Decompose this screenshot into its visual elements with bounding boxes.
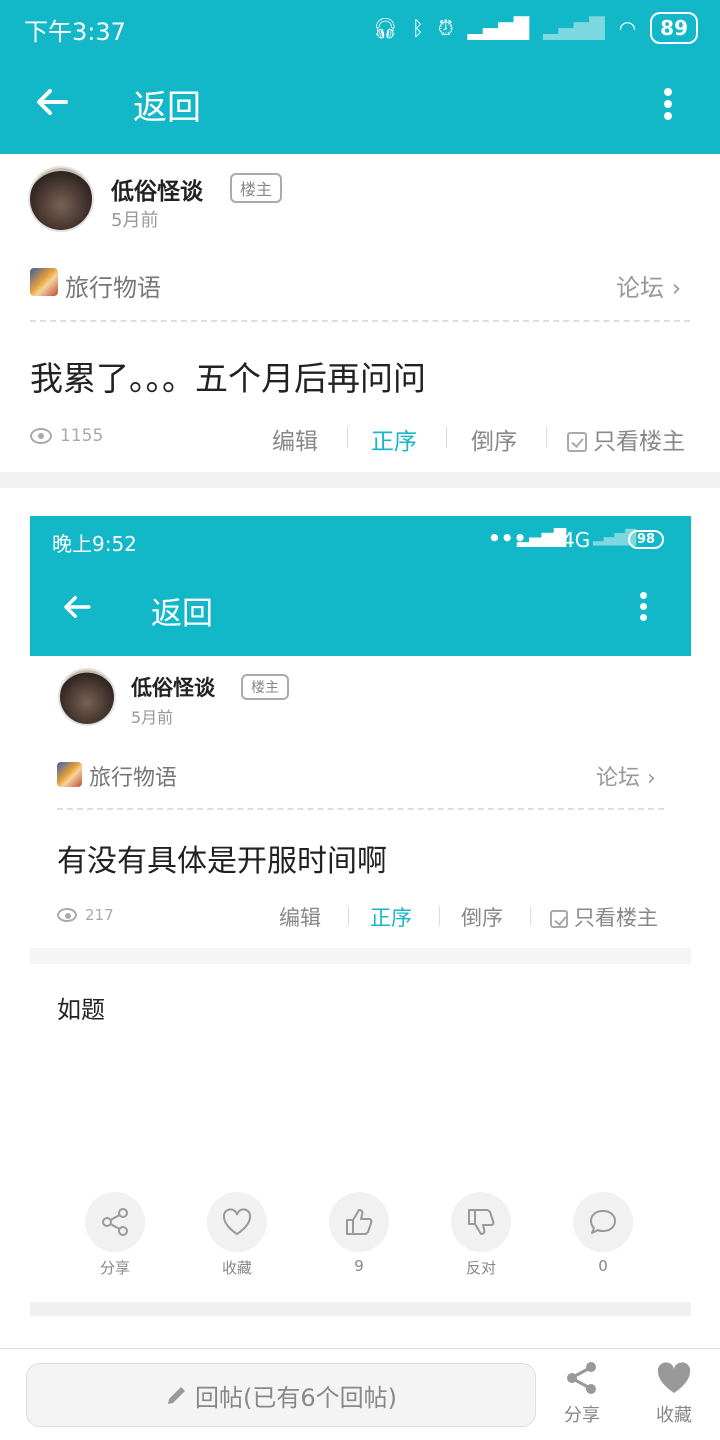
eye-icon <box>57 908 77 922</box>
op-badge: 楼主 <box>230 173 283 203</box>
embedded-post-header: 低俗怪谈 楼主 5月前 旅行物语 论坛 › 有没有具体是开服时间啊 217 编辑… <box>30 656 691 948</box>
sort-desc-button: 倒序 <box>461 906 503 930</box>
only-op-toggle[interactable]: 只看楼主 <box>567 422 685 456</box>
divider <box>530 906 531 926</box>
forum-link-label: 论坛 <box>596 766 641 791</box>
author-name: 低俗怪谈 <box>131 676 215 700</box>
divider <box>446 426 447 448</box>
forum-name: 旅行物语 <box>89 766 178 791</box>
divider <box>546 426 547 448</box>
only-op-toggle: 只看楼主 <box>550 902 658 932</box>
sort-asc-button: 正序 <box>370 906 412 930</box>
avatar <box>60 670 114 724</box>
divider <box>347 426 348 448</box>
battery-icon: 98 <box>628 530 665 549</box>
favorite-button[interactable]: 收藏 <box>634 1359 714 1427</box>
status-bar: 下午3:37 🎧︎ ᛒ ⏰︎ ▂▄▆█ ▂▄▆█ ◠ 89 <box>0 0 720 54</box>
back-arrow-icon <box>64 595 91 619</box>
forum-icon <box>30 268 58 296</box>
view-count-value: 1155 <box>60 426 104 446</box>
post-header-card: 低俗怪谈 楼主 5月前 旅行物语 论坛 › 我累了。。。五个月后再问问 1155… <box>0 154 720 472</box>
view-count: 1155 <box>30 426 103 446</box>
thumbs-up-icon <box>329 1192 389 1252</box>
forum-name[interactable]: 旅行物语 <box>65 268 161 303</box>
app-bar: 返回 <box>0 54 720 154</box>
thumbs-down-icon <box>451 1192 511 1252</box>
bottom-bar: 回帖(已有6个回帖) 分享 收藏 <box>0 1348 720 1440</box>
more-menu-icon <box>634 590 654 626</box>
alarm-off-icon: ⏰︎ <box>438 16 454 40</box>
share-icon <box>567 1362 596 1394</box>
post-title: 有没有具体是开服时间啊 <box>57 844 387 879</box>
embedded-status-bar: 晚上9:52 ••• ▂▄▆█ 4G ▂▄▆█ 98 <box>30 516 691 564</box>
status-time: 下午3:37 <box>24 18 126 46</box>
post-title: 我累了。。。五个月后再问问 <box>30 359 426 398</box>
only-op-label: 只看楼主 <box>593 429 685 455</box>
favorite-label: 收藏 <box>656 1405 692 1426</box>
forum-icon <box>57 762 82 787</box>
view-count: 217 <box>57 906 114 924</box>
embedded-footer <box>30 1302 691 1316</box>
dislike-label: 反对 <box>465 1259 496 1277</box>
author-name[interactable]: 低俗怪谈 <box>111 172 203 206</box>
edit-button[interactable]: 编辑 <box>272 422 318 456</box>
network-type: 4G <box>562 528 591 552</box>
back-arrow-icon[interactable] <box>32 82 72 122</box>
bluetooth-icon: ᛒ <box>412 16 425 40</box>
like-count: 9 <box>354 1257 364 1275</box>
forum-link[interactable]: 论坛 › <box>616 268 681 303</box>
embedded-app-bar: 返回 <box>30 564 691 656</box>
sort-asc-button[interactable]: 正序 <box>371 422 417 456</box>
embedded-screenshot: 晚上9:52 ••• ▂▄▆█ 4G ▂▄▆█ 98 返回 低俗怪谈 楼主 5月… <box>30 516 691 1316</box>
battery-icon: 89 <box>650 12 698 44</box>
divider <box>439 906 440 926</box>
avatar[interactable] <box>30 168 92 230</box>
eye-icon <box>30 428 52 444</box>
post-body: 晚上9:52 ••• ▂▄▆█ 4G ▂▄▆█ 98 返回 低俗怪谈 楼主 5月… <box>0 488 720 1348</box>
heart-icon <box>657 1362 691 1393</box>
divider <box>348 906 349 926</box>
more-menu-icon[interactable] <box>656 84 680 124</box>
only-op-label: 只看楼主 <box>574 906 658 930</box>
heart-icon <box>207 1192 267 1252</box>
comment-count: 0 <box>598 1257 608 1275</box>
share-label: 分享 <box>564 1405 600 1426</box>
signal-icon: ▂▄▆█ <box>517 528 567 547</box>
share-label: 分享 <box>99 1259 130 1277</box>
post-time: 5月前 <box>111 210 159 231</box>
pencil-icon <box>168 1387 185 1404</box>
view-count-value: 217 <box>85 906 114 924</box>
favorite-label: 收藏 <box>221 1259 252 1277</box>
headphones-icon: 🎧︎ <box>372 16 399 40</box>
edit-button: 编辑 <box>279 906 321 930</box>
embedded-post-content: 如题 分享 收藏 9 反对 0 <box>30 964 691 1302</box>
checkbox-icon <box>567 432 587 452</box>
embedded-status-time: 晚上9:52 <box>52 532 137 556</box>
post-content-text: 如题 <box>57 996 105 1024</box>
sort-desc-button[interactable]: 倒序 <box>471 422 517 456</box>
reply-label: 回帖(已有6个回帖) <box>195 1383 397 1412</box>
divider <box>57 808 664 810</box>
reply-input[interactable]: 回帖(已有6个回帖) <box>26 1363 536 1427</box>
signal-icon: ▂▄▆█ <box>467 16 530 40</box>
forum-link-label: 论坛 <box>616 274 664 302</box>
chevron-right-icon: › <box>664 274 682 302</box>
post-time: 5月前 <box>131 708 174 727</box>
checkbox-icon <box>550 910 568 928</box>
comment-icon <box>573 1192 633 1252</box>
divider <box>30 320 690 322</box>
embedded-back-label: 返回 <box>151 596 213 632</box>
op-badge: 楼主 <box>241 674 289 700</box>
chevron-right-icon: › <box>640 766 656 791</box>
wifi-icon: ◠ <box>618 16 637 40</box>
status-icons: 🎧︎ ᛒ ⏰︎ ▂▄▆█ ▂▄▆█ ◠ 89 <box>373 12 698 44</box>
signal-weak-icon: ▂▄▆█ <box>543 16 605 40</box>
share-icon <box>85 1192 145 1252</box>
back-label[interactable]: 返回 <box>133 80 201 129</box>
forum-link: 论坛 › <box>596 760 656 792</box>
share-button[interactable]: 分享 <box>542 1359 622 1427</box>
